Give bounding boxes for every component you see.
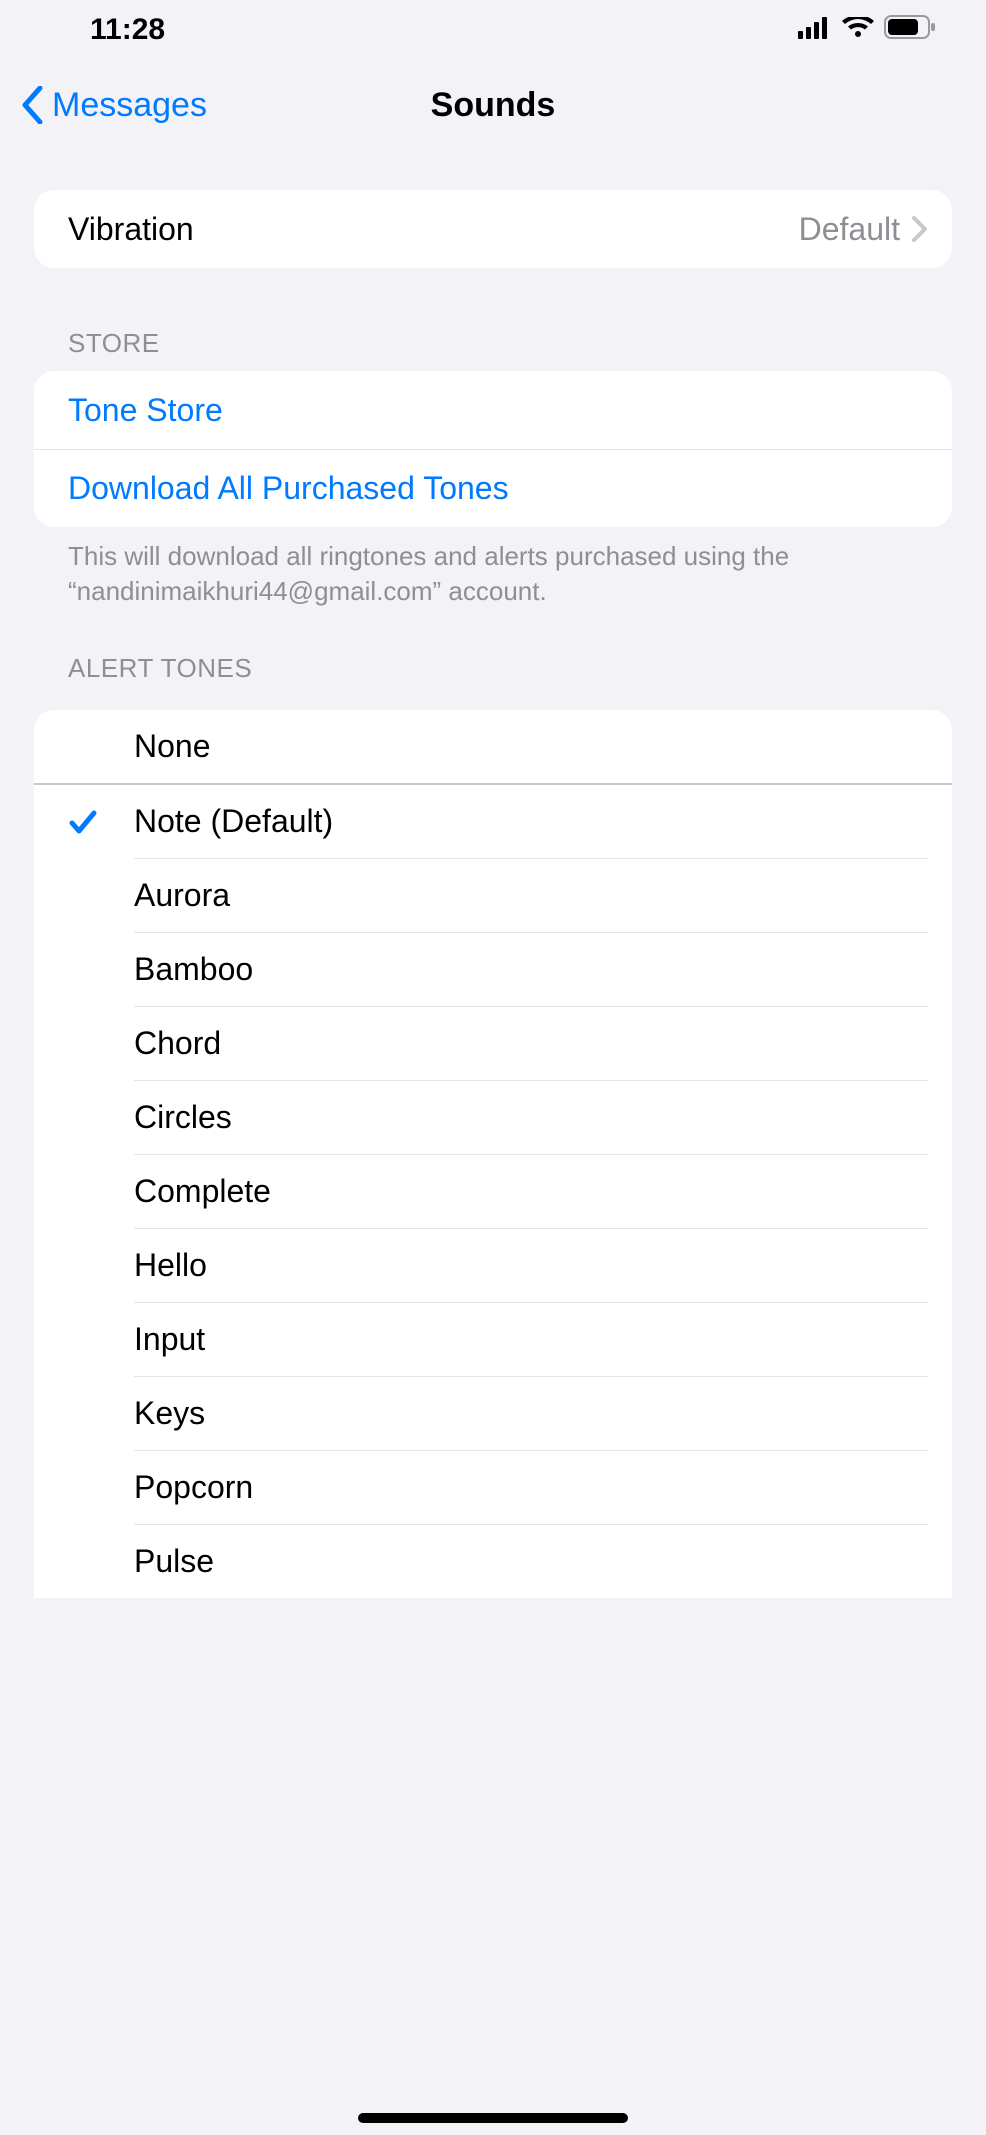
tone-row[interactable]: Bamboo <box>34 932 952 1006</box>
download-all-tones-label: Download All Purchased Tones <box>68 470 928 507</box>
tone-row[interactable]: Circles <box>34 1080 952 1154</box>
tone-label: Complete <box>134 1154 928 1228</box>
tone-row[interactable]: Note (Default) <box>34 785 952 858</box>
alert-tones-group: Alert Tones <box>34 653 952 696</box>
tone-label: Hello <box>134 1228 928 1302</box>
chevron-left-icon <box>20 86 44 124</box>
tone-row[interactable]: Complete <box>34 1154 952 1228</box>
checkmark-icon <box>68 807 134 837</box>
tone-row[interactable]: Hello <box>34 1228 952 1302</box>
status-time: 11:28 <box>90 13 165 47</box>
vibration-row[interactable]: Vibration Default <box>34 190 952 268</box>
back-button[interactable]: Messages <box>20 86 207 125</box>
vibration-label: Vibration <box>68 211 799 248</box>
tone-label: Chord <box>134 1006 928 1080</box>
alert-tones-header: Alert Tones <box>34 653 952 696</box>
tone-row[interactable]: Chord <box>34 1006 952 1080</box>
vibration-group: Vibration Default <box>34 190 952 268</box>
tone-label: Keys <box>134 1376 928 1450</box>
tone-row[interactable]: Input <box>34 1302 952 1376</box>
alert-tones-list: None Note (Default)AuroraBambooChordCirc… <box>34 710 952 1598</box>
store-group: Store Tone Store Download All Purchased … <box>34 328 952 609</box>
status-bar: 11:28 <box>0 0 986 60</box>
tone-row[interactable]: Pulse <box>34 1524 952 1598</box>
nav-bar: Messages Sounds <box>0 60 986 150</box>
tone-row[interactable]: Keys <box>34 1376 952 1450</box>
home-indicator <box>358 2113 628 2123</box>
download-all-tones-row[interactable]: Download All Purchased Tones <box>34 449 952 527</box>
page-title: Sounds <box>431 86 556 125</box>
wifi-icon <box>842 13 874 47</box>
tone-label: Pulse <box>134 1524 928 1598</box>
store-header: Store <box>34 328 952 371</box>
tone-label: Note (Default) <box>134 785 928 858</box>
back-label: Messages <box>52 86 207 125</box>
status-indicators <box>798 13 936 47</box>
tone-label: Circles <box>134 1080 928 1154</box>
battery-icon <box>884 13 936 47</box>
vibration-value: Default <box>799 211 900 248</box>
chevron-right-icon <box>912 216 928 242</box>
cellular-icon <box>798 13 832 47</box>
tone-none-row[interactable]: None <box>34 710 952 785</box>
tone-label: Input <box>134 1302 928 1376</box>
tone-row[interactable]: Aurora <box>34 858 952 932</box>
store-footer: This will download all ringtones and ale… <box>34 527 952 609</box>
tone-store-row[interactable]: Tone Store <box>34 371 952 449</box>
tone-store-label: Tone Store <box>68 392 928 429</box>
tone-none-label: None <box>134 728 211 765</box>
tone-label: Popcorn <box>134 1450 928 1524</box>
tone-row[interactable]: Popcorn <box>34 1450 952 1524</box>
tone-label: Aurora <box>134 858 928 932</box>
tone-label: Bamboo <box>134 932 928 1006</box>
